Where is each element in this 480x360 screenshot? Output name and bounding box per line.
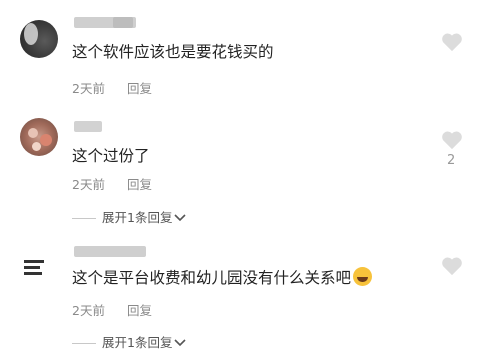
comment-meta: 2天前 回复 [72,300,152,319]
expand-replies-label: 展开1条回复 [102,210,173,225]
username-blurred[interactable] [74,121,102,132]
heart-icon[interactable] [441,130,463,150]
username-blurred-part [113,17,133,28]
avatar[interactable] [20,248,58,286]
timestamp: 2天前 [72,81,105,96]
comment-meta: 2天前 回复 [72,78,152,97]
chevron-down-icon [174,214,187,222]
divider [72,343,96,344]
comment-list: 这个软件应该也是要花钱买的 2天前 回复 这个过份了 2天前 回复 2 展开1条回复… [0,0,480,360]
comment-text: 这个过份了 [72,147,150,165]
divider [72,218,96,219]
like-count: 2 [447,153,456,168]
chevron-down-icon [174,339,187,347]
avatar[interactable] [20,118,58,156]
comment-meta: 2天前 回复 [72,174,152,193]
comment-text: 这个是平台收费和幼儿园没有什么关系吧 [72,266,373,288]
reply-button[interactable]: 回复 [127,303,152,318]
reply-button[interactable]: 回复 [127,81,152,96]
expand-replies-button[interactable]: 展开1条回复 [72,207,187,226]
avatar[interactable] [20,20,58,58]
timestamp: 2天前 [72,303,105,318]
expand-replies-label: 展开1条回复 [102,335,173,350]
heart-icon[interactable] [441,256,463,276]
laughing-emoji-icon [353,267,373,286]
reply-button[interactable]: 回复 [127,177,152,192]
heart-icon[interactable] [441,32,463,52]
expand-replies-button[interactable]: 展开1条回复 [72,332,187,351]
comment-text: 这个软件应该也是要花钱买的 [72,43,274,61]
username-blurred[interactable] [74,246,146,257]
timestamp: 2天前 [72,177,105,192]
